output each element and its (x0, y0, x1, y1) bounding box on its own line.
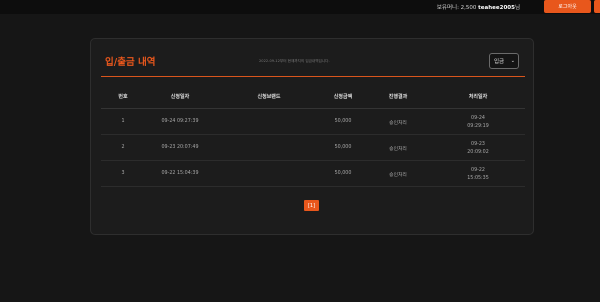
cell-amount: 50,000 (334, 145, 352, 150)
cell-status: 승인처리 (389, 147, 407, 152)
cell-status: 승인처리 (389, 173, 407, 178)
column-header-amount: 신청금액 (333, 94, 353, 100)
cell-processed-date: 09-22 15:05:35 (467, 167, 489, 183)
top-bar: 보유머니: 2,500 teahee2005님 로그아웃 (0, 0, 600, 14)
username-suffix: 님 (514, 5, 520, 11)
column-header-brand: 신청브랜드 (257, 94, 281, 100)
table-row: 1 09-24 09:27:39 50,000 승인처리 09-24 09:29… (101, 110, 525, 135)
cell-processed-date: 09-23 20:09:02 (467, 141, 489, 157)
balance-display: 보유머니: 2,500 teahee2005님 (437, 3, 520, 11)
logout-button[interactable]: 로그아웃 (544, 0, 591, 13)
cell-no: 3 (121, 171, 125, 176)
history-notice: 2022-09-12부터 현재까지의 입금내역입니다. (259, 59, 330, 63)
cell-amount: 50,000 (334, 119, 352, 124)
cell-request-date: 09-24 09:27:39 (161, 119, 199, 124)
processed-time: 15:05:35 (467, 176, 489, 181)
table-row: 2 09-23 20:07:49 50,000 승인처리 09-23 20:09… (101, 136, 525, 161)
cell-processed-date: 09-24 09:29:19 (467, 115, 489, 131)
title-divider (101, 76, 525, 77)
chevron-down-icon: ⌄ (510, 58, 515, 64)
transaction-history-panel: 입/출금 내역 2022-09-12부터 현재까지의 입금내역입니다. 입금 ⌄… (90, 38, 534, 235)
column-header-status: 진행결과 (388, 94, 408, 100)
column-header-request-date: 신청일자 (170, 94, 190, 100)
page-title: 입/출금 내역 (105, 57, 156, 68)
processed-date: 09-23 (471, 142, 485, 147)
balance-label: 보유머니: 2,500 (436, 5, 477, 11)
processed-date: 09-22 (471, 168, 485, 173)
column-header-no: 번호 (118, 94, 128, 100)
cell-amount: 50,000 (334, 171, 352, 176)
transaction-type-value: 입금 (494, 59, 505, 65)
processed-time: 20:09:02 (467, 150, 489, 155)
pagination-page-1[interactable]: [1] (304, 200, 319, 211)
table-row: 3 09-22 15:04:39 50,000 승인처리 09-22 15:05… (101, 162, 525, 187)
cell-status: 승인처리 (389, 121, 407, 126)
cell-no: 1 (121, 119, 125, 124)
table-header: 번호 신청일자 신청브랜드 신청금액 진행결과 처리일자 (101, 93, 525, 103)
processed-date: 09-24 (471, 116, 485, 121)
processed-time: 09:29:19 (467, 124, 489, 129)
column-header-processed-date: 처리일자 (468, 94, 488, 100)
cell-request-date: 09-22 15:04:39 (161, 171, 199, 176)
cell-no: 2 (121, 145, 125, 150)
table-header-divider (101, 108, 525, 109)
cell-request-date: 09-23 20:07:49 (161, 145, 199, 150)
transaction-type-select[interactable]: 입금 ⌄ (489, 53, 519, 69)
username: teahee2005 (478, 5, 515, 11)
menu-button-partial[interactable] (594, 0, 600, 13)
